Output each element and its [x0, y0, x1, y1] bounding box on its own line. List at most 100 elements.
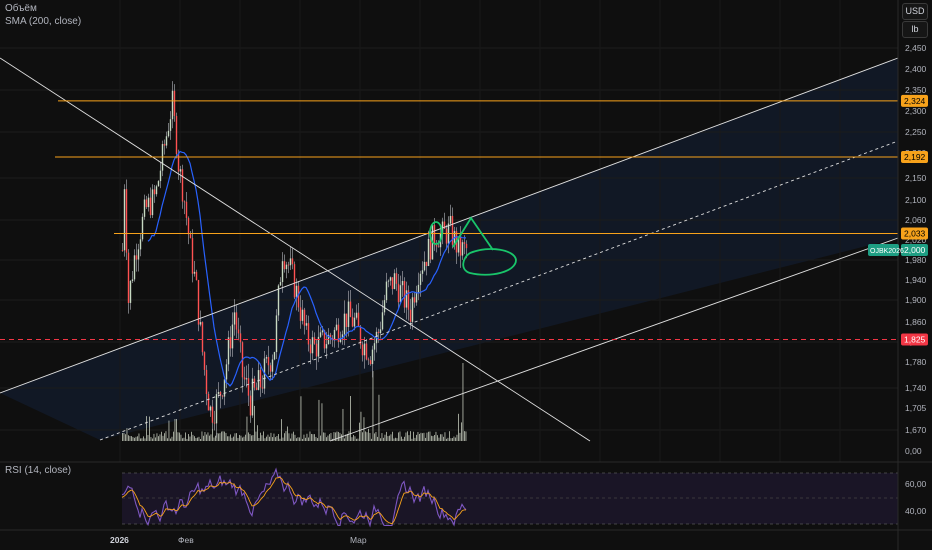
- unit-button[interactable]: lb: [902, 21, 928, 38]
- candle-body: [227, 337, 230, 365]
- candle-body: [231, 324, 234, 349]
- candle-body: [365, 343, 368, 360]
- volume-bar: [230, 434, 231, 441]
- candle-body: [123, 189, 126, 251]
- candle-body: [237, 329, 240, 334]
- candle-body: [173, 90, 176, 116]
- candle-body: [283, 261, 286, 270]
- volume-bar: [315, 436, 317, 441]
- volume-bar: [365, 431, 366, 441]
- volume-bar: [452, 438, 453, 441]
- currency-button[interactable]: USD: [902, 3, 928, 20]
- price-tick-label: 0,00: [905, 446, 922, 456]
- candle-body: [353, 317, 356, 327]
- candle-body: [379, 329, 382, 334]
- candle-body: [195, 271, 198, 281]
- candle-body: [363, 343, 366, 356]
- volume-bar: [146, 416, 147, 441]
- volume-bar: [183, 437, 185, 441]
- candle-body: [411, 297, 414, 322]
- price-tick-label: 1,980: [905, 255, 927, 265]
- candle-body: [409, 309, 412, 322]
- price-tick-label: 2,060: [905, 215, 927, 225]
- volume-bar: [210, 434, 212, 441]
- candle-body: [189, 234, 192, 239]
- volume-bar: [278, 434, 279, 441]
- volume-bar: [305, 437, 306, 441]
- candle-body: [371, 349, 374, 365]
- volume-bar: [213, 437, 215, 441]
- candle-body: [215, 394, 218, 424]
- candle-body: [285, 264, 288, 270]
- candle-body: [193, 271, 196, 274]
- candle-body: [209, 406, 212, 411]
- volume-bar: [140, 438, 141, 441]
- volume-bar: [426, 432, 428, 441]
- volume-bar: [249, 434, 251, 441]
- volume-bar: [212, 428, 213, 441]
- time-label: 2026: [110, 535, 129, 545]
- candle-body: [373, 343, 376, 350]
- volume-bar: [191, 431, 192, 441]
- volume-bar: [455, 437, 456, 441]
- volume-bar: [264, 438, 266, 441]
- volume-bar: [320, 435, 321, 441]
- volume-bar: [443, 436, 444, 441]
- candle-body: [233, 312, 236, 325]
- volume-bar: [254, 405, 255, 441]
- price-tag-label: 2,192: [904, 152, 926, 162]
- volume-bar: [150, 437, 152, 441]
- price-tick-label: 2,150: [905, 173, 927, 183]
- volume-bar: [185, 432, 186, 441]
- volume-bar: [432, 436, 434, 441]
- price-tick-label: 2,300: [905, 106, 927, 116]
- volume-bar: [428, 431, 429, 441]
- candle-body: [171, 90, 174, 120]
- volume-bar: [209, 435, 210, 441]
- candle-body: [369, 360, 372, 365]
- volume-bar: [360, 411, 362, 441]
- price-tick-label: 1,740: [905, 383, 927, 393]
- price-tick-label: 1,900: [905, 295, 927, 305]
- volume-bar: [275, 437, 276, 441]
- candle-body: [415, 292, 418, 303]
- price-tick-label: 1,780: [905, 357, 927, 367]
- volume-bar: [297, 437, 299, 441]
- volume-bar: [248, 432, 249, 441]
- candle-body: [367, 359, 370, 361]
- volume-bar: [438, 437, 440, 441]
- candle-body: [321, 330, 324, 333]
- trading-chart[interactable]: 2,4502,4002,3502,3002,2502,2002,1502,100…: [0, 0, 932, 550]
- candle-body: [413, 297, 416, 303]
- volume-bar: [258, 438, 260, 441]
- candle-body: [259, 370, 262, 388]
- volume-bar: [182, 438, 183, 441]
- candle-body: [243, 377, 246, 380]
- candle-body: [125, 189, 128, 253]
- candle-body: [149, 197, 152, 216]
- volume-bar: [165, 431, 167, 441]
- volume-bar: [279, 438, 281, 441]
- volume-bar: [330, 432, 332, 441]
- volume-bar: [395, 437, 396, 441]
- volume-bar: [356, 438, 357, 441]
- candle-body: [185, 201, 188, 218]
- candle-body: [315, 343, 318, 357]
- candle-body: [159, 170, 162, 182]
- volume-bar: [326, 437, 327, 441]
- rsi-tick-label: 60,00: [905, 479, 927, 489]
- candle-body: [249, 395, 252, 416]
- candle-body: [465, 243, 468, 249]
- candle-body: [211, 406, 214, 423]
- candle-body: [135, 255, 138, 260]
- candle-body: [253, 378, 256, 388]
- volume-bar: [267, 434, 269, 441]
- candle-body: [187, 217, 190, 235]
- volume-bar: [419, 433, 420, 441]
- candle-body: [385, 281, 388, 301]
- volume-bar: [336, 431, 338, 441]
- volume-bar: [405, 432, 407, 441]
- volume-bar: [206, 434, 207, 441]
- volume-bar: [131, 436, 132, 441]
- candle-body: [143, 199, 146, 217]
